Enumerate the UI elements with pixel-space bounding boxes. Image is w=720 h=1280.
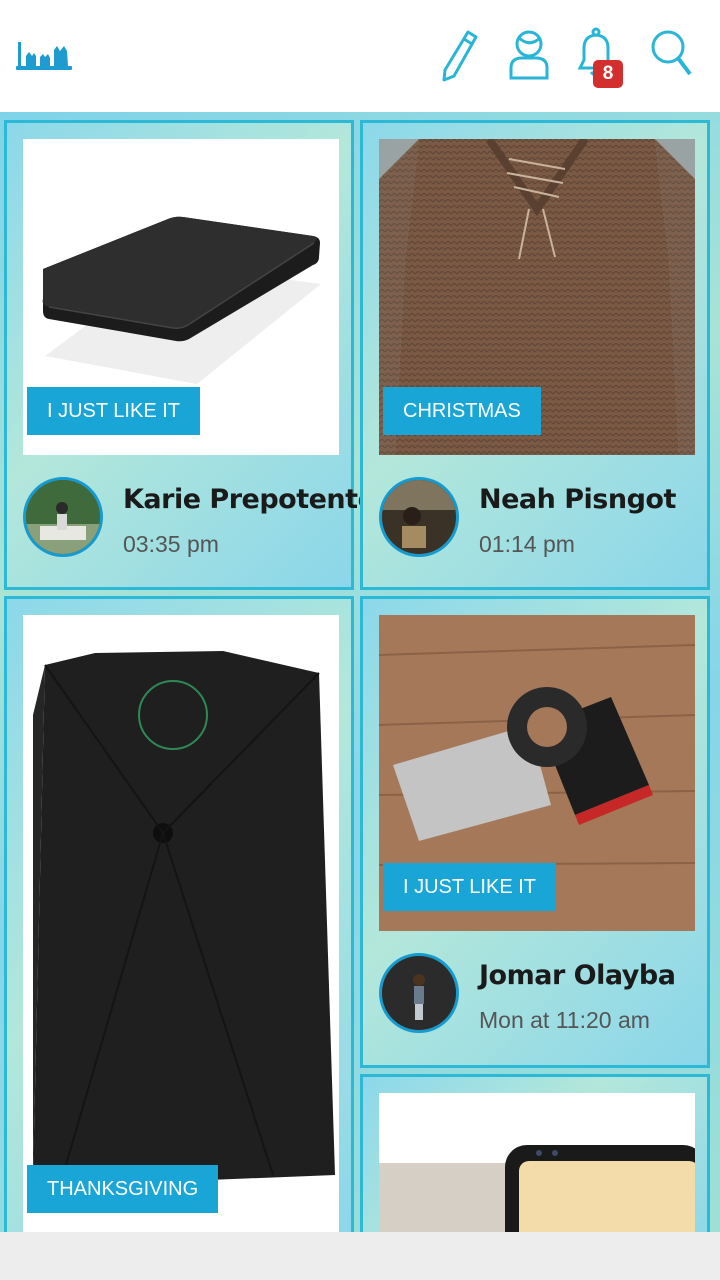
notification-badge: 8 xyxy=(593,60,623,88)
profile-icon[interactable] xyxy=(502,26,558,84)
user-name[interactable]: Jomar Olayba xyxy=(479,960,676,991)
tag-button[interactable]: CHRISTMAS xyxy=(383,387,541,435)
post-card[interactable]: I JUST LIKE IT Jomar Olayba Mon at 11:20… xyxy=(360,596,710,1068)
avatar[interactable] xyxy=(379,953,459,1033)
top-bar: 8 xyxy=(0,0,720,112)
post-feed[interactable]: I JUST LIKE IT Karie Prepotente 03:35 pm xyxy=(0,112,720,1232)
post-card[interactable]: CHRISTMAS Neah Pisngot 01:14 pm xyxy=(360,120,710,590)
post-card[interactable]: THANKSGIVING xyxy=(4,596,354,1232)
post-image-smartphone[interactable] xyxy=(379,1093,695,1232)
avatar[interactable] xyxy=(379,477,459,557)
post-image-umbrella[interactable] xyxy=(23,615,339,1232)
post-time: Mon at 11:20 am xyxy=(479,1007,650,1033)
post-card[interactable] xyxy=(360,1074,710,1232)
search-icon[interactable] xyxy=(646,26,702,84)
avatar[interactable] xyxy=(23,477,103,557)
cat-logo[interactable] xyxy=(14,36,78,76)
post-time: 03:35 pm xyxy=(123,531,219,557)
tag-button[interactable]: THANKSGIVING xyxy=(27,1165,219,1213)
tag-button[interactable]: I JUST LIKE IT xyxy=(27,387,200,435)
user-name[interactable]: Neah Pisngot xyxy=(479,484,676,515)
post-card[interactable]: I JUST LIKE IT Karie Prepotente 03:35 pm xyxy=(4,120,376,590)
tag-button[interactable]: I JUST LIKE IT xyxy=(383,863,556,911)
user-name[interactable]: Karie Prepotente xyxy=(123,484,376,515)
bottom-strip xyxy=(0,1232,720,1280)
pencil-icon[interactable] xyxy=(436,26,492,84)
post-time: 01:14 pm xyxy=(479,531,575,557)
